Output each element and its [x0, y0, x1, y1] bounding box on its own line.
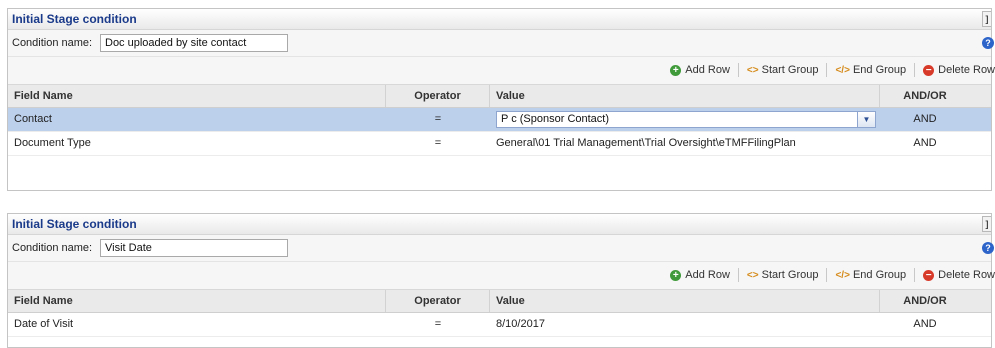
start-group-button[interactable]: <> Start Group — [747, 269, 819, 281]
condition-name-row: Condition name: Doc uploaded by site con… — [8, 30, 994, 57]
and-or-cell: AND — [913, 113, 937, 125]
grid-toolbar: + Add Row <> Start Group </> End Group −… — [8, 262, 995, 289]
value-dropdown[interactable]: P c (Sponsor Contact) ▼ — [496, 111, 876, 128]
end-group-button[interactable]: </> End Group — [835, 269, 906, 281]
end-group-button[interactable]: </> End Group — [835, 64, 906, 76]
start-group-button[interactable]: <> Start Group — [747, 64, 819, 76]
chevron-down-icon[interactable]: ▼ — [857, 112, 875, 127]
toolbar-divider — [914, 268, 916, 282]
toolbar-divider — [826, 268, 828, 282]
toolbar-divider — [737, 268, 739, 282]
condition-panel-2: Initial Stage condition ] Condition name… — [7, 213, 995, 348]
code-close-icon: </> — [835, 64, 850, 76]
grid-header: Field Name Operator Value AND/OR — [8, 289, 991, 313]
condition-name-input[interactable]: Visit Date — [100, 239, 288, 257]
operator-cell: = — [434, 113, 442, 125]
column-header-operator[interactable]: Operator — [386, 290, 490, 312]
operator-cell: = — [434, 318, 442, 330]
value-dropdown-text: P c (Sponsor Contact) — [501, 113, 610, 125]
add-row-label: Add Row — [685, 269, 730, 281]
code-open-icon: <> — [746, 64, 759, 76]
value-cell: 8/10/2017 — [496, 318, 545, 330]
column-header-and-or[interactable]: AND/OR — [880, 290, 970, 312]
panel-title-text: Initial Stage condition — [12, 12, 137, 26]
column-header-field-name[interactable]: Field Name — [8, 290, 386, 312]
and-or-cell: AND — [913, 318, 937, 330]
value-cell: General\01 Trial Management\Trial Oversi… — [496, 137, 796, 149]
column-header-and-or[interactable]: AND/OR — [880, 85, 970, 107]
help-icon[interactable]: ? — [982, 37, 994, 49]
add-row-label: Add Row — [685, 64, 730, 76]
toolbar-divider — [826, 63, 828, 77]
collapse-icon[interactable]: ] — [982, 11, 991, 27]
table-row[interactable]: Date of Visit = 8/10/2017 AND — [8, 313, 991, 337]
condition-name-input[interactable]: Doc uploaded by site contact — [100, 34, 288, 52]
toolbar-divider — [737, 63, 739, 77]
column-header-operator[interactable]: Operator — [386, 85, 490, 107]
end-group-label: End Group — [852, 269, 907, 281]
column-header-field-name[interactable]: Field Name — [8, 85, 386, 107]
code-close-icon: </> — [835, 269, 850, 281]
condition-panel-1: Initial Stage condition ] Condition name… — [7, 8, 995, 191]
start-group-label: Start Group — [761, 269, 819, 281]
field-name-cell: Contact — [14, 113, 52, 125]
minus-circle-icon: − — [923, 64, 935, 76]
condition-name-label: Condition name: — [12, 37, 93, 49]
delete-row-label: Delete Row — [938, 269, 995, 281]
minus-circle-icon: − — [923, 269, 935, 281]
grid-header: Field Name Operator Value AND/OR — [8, 84, 991, 108]
column-header-value[interactable]: Value — [490, 85, 880, 107]
field-name-cell: Document Type — [14, 137, 91, 149]
panel-title: Initial Stage condition ] — [8, 9, 991, 30]
add-row-button[interactable]: + Add Row — [670, 64, 730, 76]
toolbar-divider — [914, 63, 916, 77]
and-or-cell: AND — [913, 137, 937, 149]
plus-circle-icon: + — [670, 269, 682, 281]
condition-name-label: Condition name: — [12, 242, 93, 254]
panel-title-text: Initial Stage condition — [12, 217, 137, 231]
delete-row-button[interactable]: − Delete Row — [923, 64, 995, 76]
condition-name-row: Condition name: Visit Date ? — [8, 235, 994, 262]
panel-title: Initial Stage condition ] — [8, 214, 991, 235]
column-header-value[interactable]: Value — [490, 290, 880, 312]
grid-toolbar: + Add Row <> Start Group </> End Group −… — [8, 57, 995, 84]
collapse-icon[interactable]: ] — [982, 216, 991, 232]
field-name-cell: Date of Visit — [14, 318, 74, 330]
operator-cell: = — [434, 137, 442, 149]
start-group-label: Start Group — [761, 64, 819, 76]
add-row-button[interactable]: + Add Row — [670, 269, 730, 281]
table-row[interactable]: Document Type = General\01 Trial Managem… — [8, 132, 991, 156]
end-group-label: End Group — [852, 64, 907, 76]
delete-row-label: Delete Row — [938, 64, 995, 76]
help-icon[interactable]: ? — [982, 242, 994, 254]
plus-circle-icon: + — [670, 64, 682, 76]
table-row-selected[interactable]: Contact = P c (Sponsor Contact) ▼ AND — [8, 108, 991, 132]
code-open-icon: <> — [746, 269, 759, 281]
delete-row-button[interactable]: − Delete Row — [923, 269, 995, 281]
